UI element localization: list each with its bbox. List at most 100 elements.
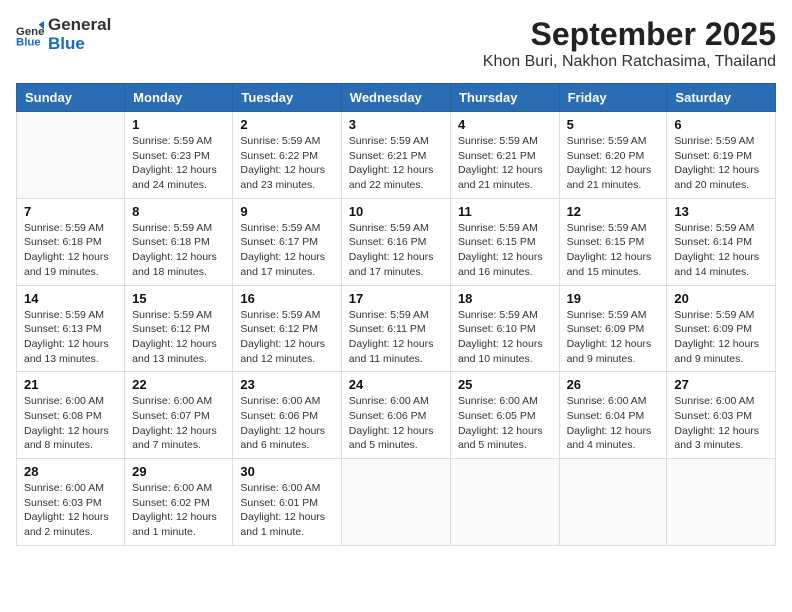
- day-info: Sunrise: 6:00 AM Sunset: 6:08 PM Dayligh…: [24, 394, 117, 453]
- calendar-cell: 27 Sunrise: 6:00 AM Sunset: 6:03 PM Dayli…: [667, 372, 776, 459]
- day-number: 30: [240, 464, 333, 479]
- day-number: 23: [240, 377, 333, 392]
- calendar-cell: 28 Sunrise: 6:00 AM Sunset: 6:03 PM Dayli…: [17, 459, 125, 546]
- week-row-1: 1 Sunrise: 5:59 AM Sunset: 6:23 PM Daylig…: [17, 112, 776, 199]
- weekday-header-monday: Monday: [125, 84, 233, 112]
- logo-blue: Blue: [48, 34, 85, 53]
- day-info: Sunrise: 5:59 AM Sunset: 6:09 PM Dayligh…: [674, 308, 768, 367]
- day-info: Sunrise: 6:00 AM Sunset: 6:03 PM Dayligh…: [674, 394, 768, 453]
- day-number: 27: [674, 377, 768, 392]
- day-number: 5: [567, 117, 660, 132]
- calendar-cell: 9Sunrise: 5:59 AM Sunset: 6:17 PM Daylig…: [233, 198, 341, 285]
- calendar-cell: 29Sunrise: 6:00 AM Sunset: 6:02 PM Dayli…: [125, 459, 233, 546]
- day-number: 1: [132, 117, 225, 132]
- day-number: 19: [567, 291, 660, 306]
- weekday-header-thursday: Thursday: [450, 84, 559, 112]
- calendar-cell: 18 Sunrise: 5:59 AM Sunset: 6:10 PM Dayli…: [450, 285, 559, 372]
- calendar-cell: 15Sunrise: 5:59 AM Sunset: 6:12 PM Dayli…: [125, 285, 233, 372]
- day-number: 4: [458, 117, 552, 132]
- week-row-2: 7 Sunrise: 5:59 AM Sunset: 6:18 PM Daylig…: [17, 198, 776, 285]
- day-info: Sunrise: 5:59 AM Sunset: 6:15 PM Dayligh…: [567, 221, 660, 280]
- calendar-cell: 12 Sunrise: 5:59 AM Sunset: 6:15 PM Dayli…: [559, 198, 667, 285]
- day-info: Sunrise: 5:59 AM Sunset: 6:15 PM Dayligh…: [458, 221, 552, 280]
- calendar-cell: 13 Sunrise: 5:59 AM Sunset: 6:14 PM Dayli…: [667, 198, 776, 285]
- day-info: Sunrise: 6:00 AM Sunset: 6:07 PM Dayligh…: [132, 394, 225, 453]
- month-title: September 2025: [483, 16, 776, 53]
- day-number: 24: [349, 377, 443, 392]
- week-row-4: 21Sunrise: 6:00 AM Sunset: 6:08 PM Dayli…: [17, 372, 776, 459]
- calendar-cell: 16 Sunrise: 5:59 AM Sunset: 6:12 PM Dayli…: [233, 285, 341, 372]
- calendar-cell: 21Sunrise: 6:00 AM Sunset: 6:08 PM Dayli…: [17, 372, 125, 459]
- weekday-header-saturday: Saturday: [667, 84, 776, 112]
- weekday-header-wednesday: Wednesday: [341, 84, 450, 112]
- day-info: Sunrise: 5:59 AM Sunset: 6:10 PM Dayligh…: [458, 308, 552, 367]
- page-header: General Blue General Blue September 2025…: [16, 16, 776, 71]
- day-number: 7: [24, 204, 117, 219]
- calendar-cell: 6 Sunrise: 5:59 AM Sunset: 6:19 PM Daylig…: [667, 112, 776, 199]
- calendar-cell: [559, 459, 667, 546]
- location-title: Khon Buri, Nakhon Ratchasima, Thailand: [483, 53, 776, 71]
- calendar-cell: 4 Sunrise: 5:59 AM Sunset: 6:21 PM Daylig…: [450, 112, 559, 199]
- calendar-cell: 11 Sunrise: 5:59 AM Sunset: 6:15 PM Dayli…: [450, 198, 559, 285]
- day-info: Sunrise: 6:00 AM Sunset: 6:05 PM Dayligh…: [458, 394, 552, 453]
- calendar-cell: 2Sunrise: 5:59 AM Sunset: 6:22 PM Daylig…: [233, 112, 341, 199]
- day-info: Sunrise: 5:59 AM Sunset: 6:16 PM Dayligh…: [349, 221, 443, 280]
- svg-text:Blue: Blue: [16, 36, 41, 48]
- day-number: 15: [132, 291, 225, 306]
- day-number: 20: [674, 291, 768, 306]
- day-number: 17: [349, 291, 443, 306]
- day-info: Sunrise: 5:59 AM Sunset: 6:18 PM Dayligh…: [24, 221, 117, 280]
- calendar-cell: 5 Sunrise: 5:59 AM Sunset: 6:20 PM Daylig…: [559, 112, 667, 199]
- day-info: Sunrise: 5:59 AM Sunset: 6:20 PM Dayligh…: [567, 134, 660, 193]
- day-info: Sunrise: 5:59 AM Sunset: 6:18 PM Dayligh…: [132, 221, 225, 280]
- day-number: 12: [567, 204, 660, 219]
- day-number: 18: [458, 291, 552, 306]
- calendar-cell: [17, 112, 125, 199]
- day-info: Sunrise: 6:00 AM Sunset: 6:02 PM Dayligh…: [132, 481, 225, 540]
- day-number: 11: [458, 204, 552, 219]
- calendar-cell: 8Sunrise: 5:59 AM Sunset: 6:18 PM Daylig…: [125, 198, 233, 285]
- day-number: 22: [132, 377, 225, 392]
- calendar-cell: 24Sunrise: 6:00 AM Sunset: 6:06 PM Dayli…: [341, 372, 450, 459]
- calendar-cell: 30Sunrise: 6:00 AM Sunset: 6:01 PM Dayli…: [233, 459, 341, 546]
- calendar-cell: 7 Sunrise: 5:59 AM Sunset: 6:18 PM Daylig…: [17, 198, 125, 285]
- weekday-header-sunday: Sunday: [17, 84, 125, 112]
- calendar-cell: 26Sunrise: 6:00 AM Sunset: 6:04 PM Dayli…: [559, 372, 667, 459]
- day-number: 14: [24, 291, 117, 306]
- title-area: September 2025 Khon Buri, Nakhon Ratchas…: [483, 16, 776, 71]
- calendar-cell: 14 Sunrise: 5:59 AM Sunset: 6:13 PM Dayli…: [17, 285, 125, 372]
- day-number: 6: [674, 117, 768, 132]
- calendar-cell: 17Sunrise: 5:59 AM Sunset: 6:11 PM Dayli…: [341, 285, 450, 372]
- weekday-header-row: SundayMondayTuesdayWednesdayThursdayFrid…: [17, 84, 776, 112]
- day-number: 28: [24, 464, 117, 479]
- calendar-cell: 23Sunrise: 6:00 AM Sunset: 6:06 PM Dayli…: [233, 372, 341, 459]
- calendar-cell: 3 Sunrise: 5:59 AM Sunset: 6:21 PM Daylig…: [341, 112, 450, 199]
- day-info: Sunrise: 5:59 AM Sunset: 6:09 PM Dayligh…: [567, 308, 660, 367]
- logo-general: General: [48, 15, 111, 34]
- week-row-3: 14 Sunrise: 5:59 AM Sunset: 6:13 PM Dayli…: [17, 285, 776, 372]
- day-info: Sunrise: 6:00 AM Sunset: 6:03 PM Dayligh…: [24, 481, 117, 540]
- day-number: 10: [349, 204, 443, 219]
- calendar-cell: 1 Sunrise: 5:59 AM Sunset: 6:23 PM Daylig…: [125, 112, 233, 199]
- day-info: Sunrise: 5:59 AM Sunset: 6:14 PM Dayligh…: [674, 221, 768, 280]
- week-row-5: 28 Sunrise: 6:00 AM Sunset: 6:03 PM Dayli…: [17, 459, 776, 546]
- calendar-cell: 25 Sunrise: 6:00 AM Sunset: 6:05 PM Dayli…: [450, 372, 559, 459]
- day-number: 16: [240, 291, 333, 306]
- weekday-header-friday: Friday: [559, 84, 667, 112]
- generalblue-logo-icon: General Blue: [16, 21, 44, 49]
- day-info: Sunrise: 5:59 AM Sunset: 6:12 PM Dayligh…: [240, 308, 333, 367]
- day-info: Sunrise: 5:59 AM Sunset: 6:21 PM Dayligh…: [458, 134, 552, 193]
- calendar-cell: 10 Sunrise: 5:59 AM Sunset: 6:16 PM Dayli…: [341, 198, 450, 285]
- day-info: Sunrise: 5:59 AM Sunset: 6:21 PM Dayligh…: [349, 134, 443, 193]
- logo-text: General Blue: [48, 16, 111, 53]
- day-info: Sunrise: 5:59 AM Sunset: 6:19 PM Dayligh…: [674, 134, 768, 193]
- day-info: Sunrise: 5:59 AM Sunset: 6:23 PM Dayligh…: [132, 134, 225, 193]
- day-number: 3: [349, 117, 443, 132]
- logo: General Blue General Blue: [16, 16, 111, 53]
- day-info: Sunrise: 5:59 AM Sunset: 6:22 PM Dayligh…: [240, 134, 333, 193]
- day-number: 25: [458, 377, 552, 392]
- day-info: Sunrise: 5:59 AM Sunset: 6:13 PM Dayligh…: [24, 308, 117, 367]
- day-number: 9: [240, 204, 333, 219]
- day-number: 13: [674, 204, 768, 219]
- calendar-cell: 19 Sunrise: 5:59 AM Sunset: 6:09 PM Dayli…: [559, 285, 667, 372]
